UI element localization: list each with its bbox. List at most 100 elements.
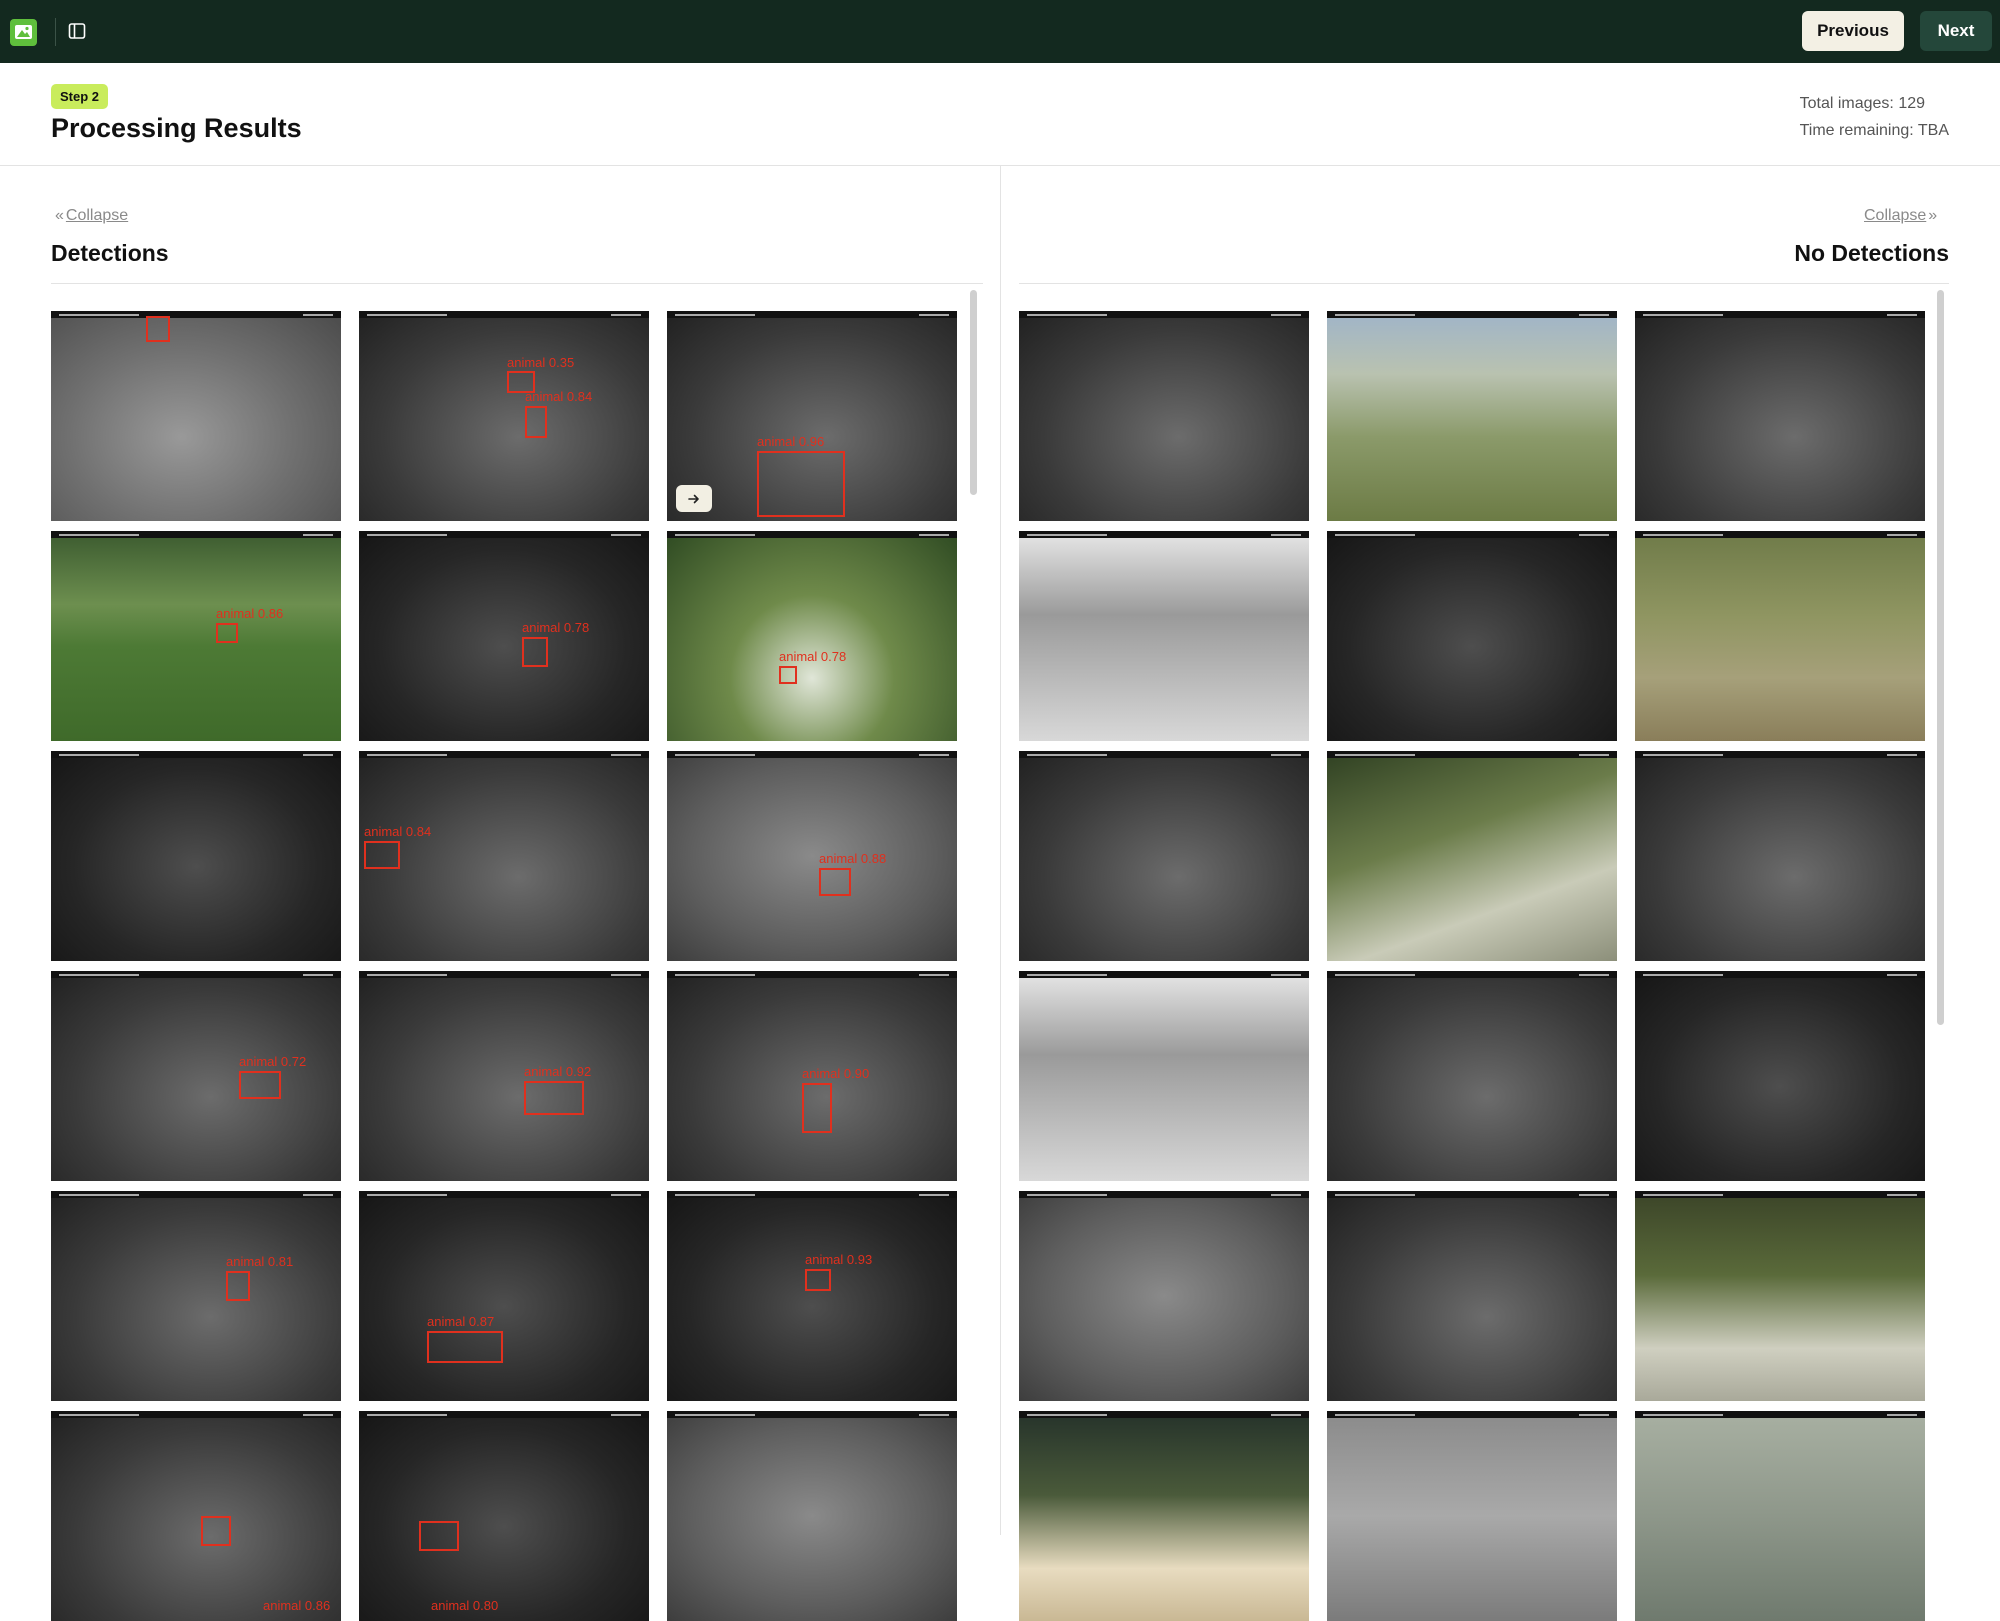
detection-thumbnail[interactable]: animal 0.81: [51, 1191, 341, 1401]
camera-info-strip: [359, 311, 649, 318]
detection-box: [201, 1516, 231, 1546]
camera-info-strip: [51, 531, 341, 538]
no-detection-thumbnail[interactable]: [1019, 971, 1309, 1181]
detection-label: animal 0.35: [507, 355, 575, 370]
detection-thumbnail[interactable]: [667, 1411, 957, 1621]
detection-label: animal 0.93: [805, 1252, 873, 1267]
no-detection-thumbnail[interactable]: [1019, 1411, 1309, 1621]
no-detection-thumbnail[interactable]: [1635, 1411, 1925, 1621]
camera-info-strip: [667, 751, 957, 758]
detection-label: animal 0.87: [427, 1314, 495, 1329]
detection-thumbnail[interactable]: animal 0.80: [359, 1411, 649, 1621]
no-detection-thumbnail[interactable]: [1019, 311, 1309, 521]
no-detection-thumbnail[interactable]: [1635, 1191, 1925, 1401]
no-detection-thumbnail[interactable]: [1019, 531, 1309, 741]
detection-label: animal 0.81: [226, 1254, 294, 1269]
previous-button[interactable]: Previous: [1802, 11, 1904, 51]
detection-thumbnail[interactable]: animal 0.87: [359, 1191, 649, 1401]
camera-info-strip: [1019, 1411, 1309, 1418]
open-image-button[interactable]: [676, 485, 712, 512]
detection-box: [802, 1083, 832, 1133]
no-detection-thumbnail[interactable]: [1327, 531, 1617, 741]
detection-thumbnail[interactable]: animal 0.86: [51, 531, 341, 741]
detection-thumbnail[interactable]: animal 0.86: [51, 1411, 341, 1621]
detection-box: [239, 1071, 281, 1099]
detection-label: animal 0.78: [522, 620, 590, 635]
no-detection-thumbnail[interactable]: [1635, 311, 1925, 521]
camera-info-strip: [667, 1191, 957, 1198]
no-detection-thumbnail[interactable]: [1327, 311, 1617, 521]
no-detection-thumbnail[interactable]: [1635, 971, 1925, 1181]
camera-info-strip: [1635, 531, 1925, 538]
camera-info-strip: [1327, 311, 1617, 318]
camera-info-strip: [51, 311, 341, 318]
detection-label: animal 0.80: [431, 1598, 499, 1613]
detection-box: [525, 406, 547, 438]
collapse-label: Collapse: [1864, 207, 1927, 224]
top-bar: Previous Next: [0, 0, 2000, 63]
camera-info-strip: [1019, 751, 1309, 758]
no-detection-thumbnail[interactable]: [1327, 1191, 1617, 1401]
no-detections-scroll-thumb[interactable]: [1937, 290, 1944, 1025]
detection-thumbnail[interactable]: animal 0.78: [359, 531, 649, 741]
page-header: Step 2 Processing Results Total images: …: [0, 63, 2000, 166]
detection-box: [226, 1271, 250, 1301]
detection-thumbnail[interactable]: animal 0.88: [667, 751, 957, 961]
detection-label: animal 0.72: [239, 1054, 307, 1069]
no-detection-thumbnail[interactable]: [1327, 751, 1617, 961]
detection-thumbnail[interactable]: animal 0.93: [667, 1191, 957, 1401]
detection-label: animal 0.78: [779, 649, 847, 664]
camera-info-strip: [1635, 1411, 1925, 1418]
arrow-right-icon: [688, 494, 699, 503]
detection-thumbnail[interactable]: animal 0.96: [667, 311, 957, 521]
detection-thumbnail[interactable]: animal 0.90: [667, 971, 957, 1181]
detection-thumbnail[interactable]: [51, 751, 341, 961]
detection-box: [524, 1081, 584, 1115]
no-detection-thumbnail[interactable]: [1327, 971, 1617, 1181]
camera-info-strip: [359, 531, 649, 538]
no-detection-thumbnail[interactable]: [1327, 1411, 1617, 1621]
camera-info-strip: [1635, 751, 1925, 758]
camera-info-strip: [1635, 1191, 1925, 1198]
detection-box: [364, 841, 400, 869]
detection-label: animal 0.92: [524, 1064, 592, 1079]
detection-thumbnail[interactable]: animal 0.84: [359, 751, 649, 961]
sidebar-toggle-icon[interactable]: [68, 22, 86, 40]
camera-info-strip: [359, 751, 649, 758]
collapse-no-detections-link[interactable]: Collapse»: [1864, 207, 1939, 225]
detection-thumbnail[interactable]: animal 0.78: [667, 531, 957, 741]
chevrons-right-icon: »: [1928, 207, 1938, 224]
detection-box: [419, 1521, 459, 1551]
detections-grid: animal 0.35 animal 0.84 animal 0.96 animal …: [51, 311, 957, 1621]
detections-scrollbar[interactable]: [968, 285, 978, 1505]
detection-label: animal 0.86: [216, 606, 284, 621]
detection-thumbnail[interactable]: animal 0.92: [359, 971, 649, 1181]
collapse-detections-link[interactable]: «Collapse: [53, 207, 128, 225]
detection-box: [805, 1269, 831, 1291]
no-detection-thumbnail[interactable]: [1635, 751, 1925, 961]
no-detection-thumbnail[interactable]: [1635, 531, 1925, 741]
detections-scroll-thumb[interactable]: [970, 290, 977, 495]
no-detection-thumbnail[interactable]: [1019, 1191, 1309, 1401]
detection-label: animal 0.84: [525, 389, 593, 404]
camera-info-strip: [1327, 531, 1617, 538]
camera-info-strip: [359, 1411, 649, 1418]
camera-info-strip: [1327, 1411, 1617, 1418]
camera-info-strip: [1019, 1191, 1309, 1198]
camera-info-strip: [51, 1411, 341, 1418]
camera-info-strip: [51, 971, 341, 978]
detection-thumbnail[interactable]: [51, 311, 341, 521]
camera-info-strip: [667, 1411, 957, 1418]
detection-thumbnail[interactable]: animal 0.72: [51, 971, 341, 1181]
no-detections-rule: [1019, 283, 1949, 284]
no-detections-scrollbar[interactable]: [1935, 285, 1945, 1505]
detection-box: [427, 1331, 503, 1363]
detection-label: animal 0.84: [364, 824, 432, 839]
collapse-label: Collapse: [65, 207, 129, 224]
next-button[interactable]: Next: [1920, 11, 1992, 51]
detection-thumbnail[interactable]: animal 0.35 animal 0.84: [359, 311, 649, 521]
no-detection-thumbnail[interactable]: [1019, 751, 1309, 961]
no-detections-title: No Detections: [1794, 240, 1949, 266]
app-logo-icon[interactable]: [10, 19, 37, 46]
camera-info-strip: [1327, 971, 1617, 978]
